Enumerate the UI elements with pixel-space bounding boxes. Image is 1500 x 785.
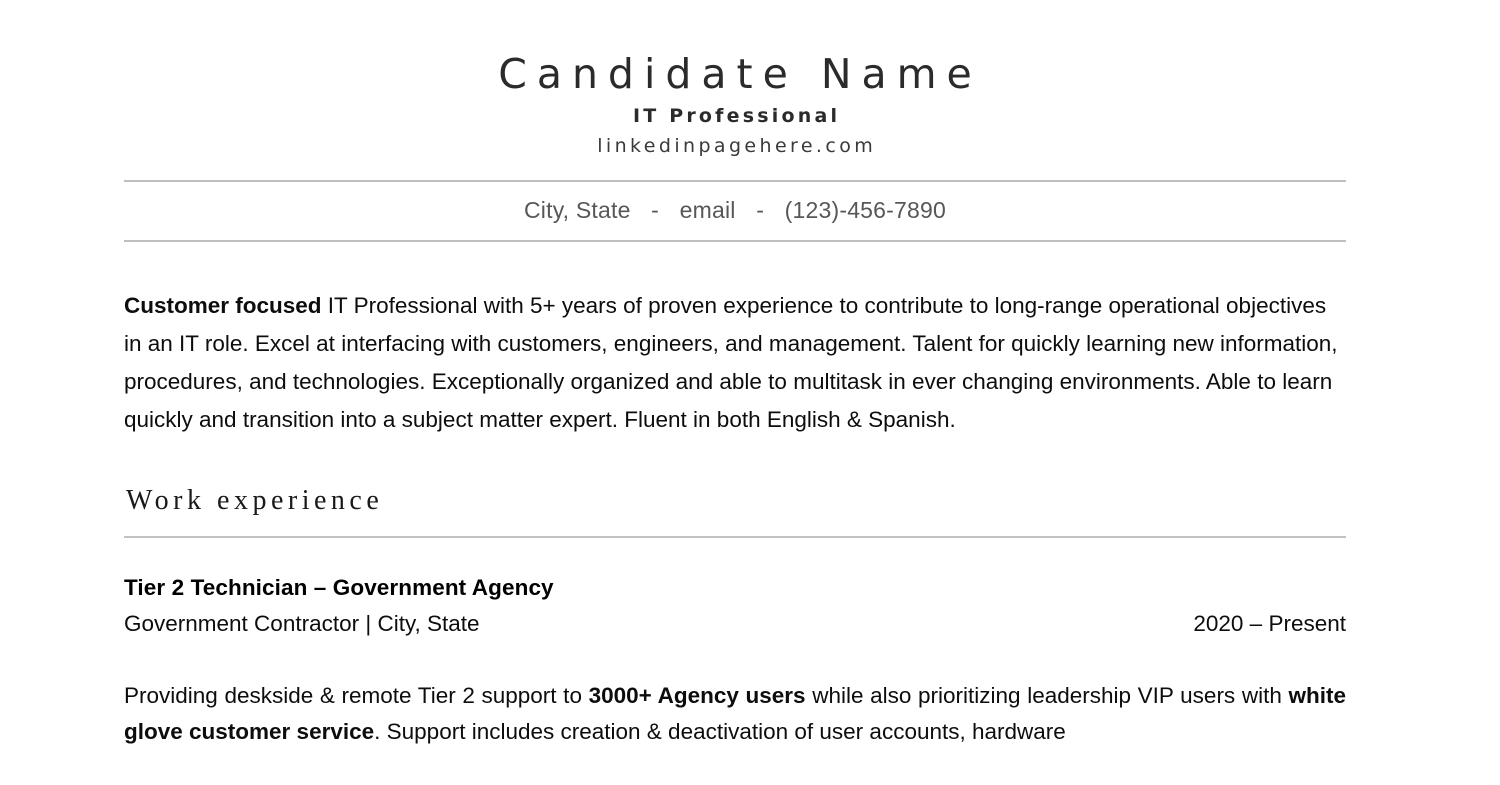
candidate-name: Candidate Name [498,50,982,98]
job-meta: Government Contractor | City, State 2020… [124,609,1346,638]
job-description-bold-1: 3000+ Agency users [588,683,806,709]
contact-email[interactable]: email [680,197,736,223]
job-dates: 2020 – Present [1193,611,1346,637]
job-description-text-3: . Support includes creation & deactivati… [374,719,1066,745]
contact-separator-1: - [651,197,660,224]
candidate-link[interactable]: linkedinpagehere.com [124,136,1346,157]
section-title-work-experience: Work experience [126,484,384,516]
job-description: Providing deskside & remote Tier 2 suppo… [124,638,1346,750]
candidate-role: IT Professional [632,105,841,128]
work-experience-section: Work experience Tier 2 Technician – Gove… [124,439,1346,751]
job-title: Tier 2 Technician – Government Agency [124,574,554,600]
contact-phone: (123)-456-7890 [784,197,946,224]
summary-lead-bold: Customer focused [124,292,322,318]
contact-location: City, State [523,197,631,224]
resume-page: Candidate Name IT Professional linkedinp… [0,0,1500,785]
job-description-text-2: while also prioritizing leadership VIP u… [805,683,1289,709]
job-description-text-1: Providing deskside & remote Tier 2 suppo… [124,683,589,709]
professional-summary: Customer focused IT Professional with 5+… [124,242,1346,439]
resume-header: Candidate Name IT Professional linkedinp… [124,0,1346,157]
job-entry: Tier 2 Technician – Government Agency Go… [124,538,1346,751]
job-employer: Government Contractor | City, State [124,611,480,637]
contact-separator-2: - [756,197,765,224]
contact-line: City, State - email - (123)-456-7890 [124,182,1346,240]
resume-content: Candidate Name IT Professional linkedinp… [124,0,1346,750]
